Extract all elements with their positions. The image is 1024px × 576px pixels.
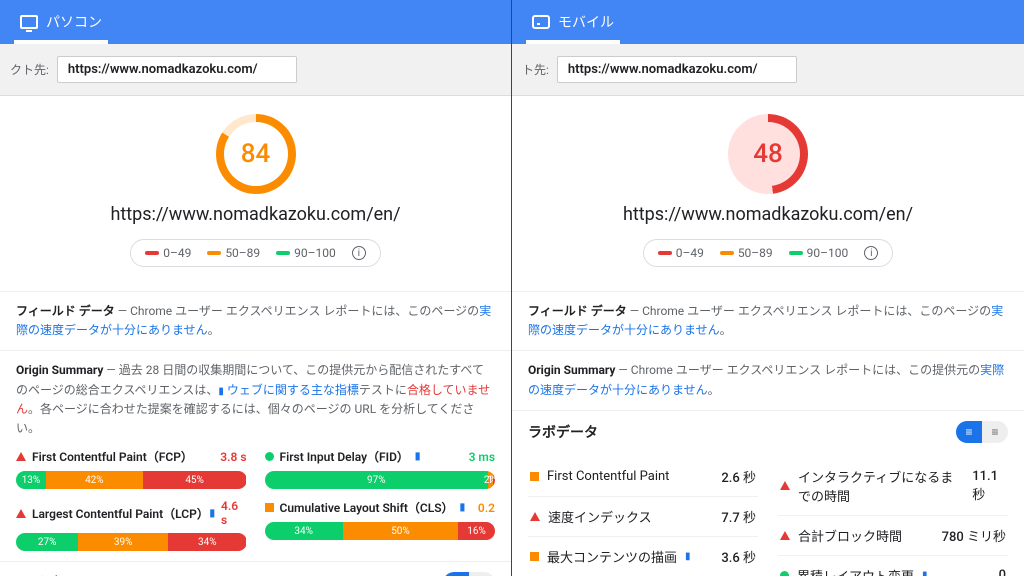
view-compact-icon[interactable]: ≡ (982, 421, 1008, 443)
triangle-red-icon (780, 531, 790, 540)
metric-name: 速度インデックス (548, 507, 652, 526)
url-input[interactable]: https://www.nomadkazoku.com/ (57, 56, 297, 83)
score-section: 48 https://www.nomadkazoku.com/en/ 0–49 … (512, 96, 1024, 277)
metric-name: Largest Contentful Paint（LCP） (32, 505, 204, 522)
lab-data-header: ラボデータ ≡ ≡ (0, 561, 511, 576)
info-icon[interactable]: i (864, 246, 878, 260)
metric-value: 2.6 秒 (721, 467, 756, 486)
metric-row[interactable]: First Input Delay（FID） ▮ 3 ms (265, 448, 496, 465)
triangle-red-icon (16, 509, 26, 518)
field-data-section: フィールド データ — Chrome ユーザー エクスペリエンス レポートには、… (512, 291, 1024, 350)
metric-bar: 27%39%34% (16, 533, 247, 551)
core-web-vitals-link[interactable]: ウェブに関する主な指標 (227, 383, 359, 397)
field-data-section: フィールド データ — Chrome ユーザー エクスペリエンス レポートには、… (0, 291, 511, 350)
bookmark-icon: ▮ (210, 508, 216, 519)
url-label: クト先: (10, 61, 49, 78)
view-list-icon[interactable]: ≡ (443, 572, 469, 576)
bookmark-icon: ▮ (460, 502, 466, 513)
metric-value: 3.6 秒 (721, 547, 756, 566)
metric-value: 780 ミリ秒 (942, 526, 1006, 545)
bookmark-icon: ▮ (685, 551, 691, 562)
lab-metric-row[interactable]: 合計ブロック時間 780 ミリ秒 (778, 516, 1008, 556)
view-toggle[interactable]: ≡ ≡ (956, 421, 1008, 443)
view-toggle[interactable]: ≡ ≡ (443, 572, 495, 576)
score-value: 48 (736, 122, 800, 186)
desktop-pane: パソコン クト先: https://www.nomadkazoku.com/ 8… (0, 0, 512, 576)
tab-label: モバイル (558, 12, 614, 32)
metric-value: 0.2 (478, 501, 495, 515)
metric-row[interactable]: Largest Contentful Paint（LCP） ▮ 4.6 s (16, 499, 247, 527)
metric-name: First Contentful Paint（FCP） (32, 448, 193, 465)
circle-green-icon (780, 571, 789, 576)
square-orange-icon (265, 503, 274, 512)
metric-name: 合計ブロック時間 (798, 526, 902, 545)
square-orange-icon (530, 552, 539, 561)
triangle-red-icon (530, 512, 540, 521)
metric-value: 0 (999, 568, 1006, 576)
metric-name: 累積レイアウト変更 (797, 566, 914, 576)
triangle-red-icon (780, 481, 790, 490)
metric-name: 最大コンテンツの描画 (547, 547, 677, 566)
url-row: クト先: https://www.nomadkazoku.com/ (0, 44, 511, 96)
metric-bar: 13%42%45% (16, 471, 247, 489)
metric-value: 4.6 s (221, 499, 246, 527)
metric-value: 3 ms (469, 450, 495, 464)
score-value: 84 (224, 122, 288, 186)
mobile-icon (532, 15, 550, 29)
lab-metric-row[interactable]: インタラクティブになるまでの時間 11.1 秒 (778, 457, 1008, 516)
metric-value: 11.1 秒 (972, 469, 1006, 503)
metric-name: インタラクティブになるまでの時間 (798, 467, 964, 505)
metric-value: 3.8 s (220, 450, 246, 464)
tab-mobile[interactable]: モバイル (526, 2, 620, 44)
lab-metric-row[interactable]: First Contentful Paint 2.6 秒 (528, 457, 758, 497)
metric-row[interactable]: Cumulative Layout Shift（CLS） ▮ 0.2 (265, 499, 496, 516)
view-compact-icon[interactable]: ≡ (469, 572, 495, 576)
circle-green-icon (265, 452, 274, 461)
metric-bar: 34%50%16% (265, 522, 496, 540)
bookmark-icon: ▮ (415, 451, 421, 462)
metric-name: Cumulative Layout Shift（CLS） (280, 499, 454, 516)
bookmark-icon: ▮ (922, 570, 928, 576)
score-gauge: 48 (728, 114, 808, 194)
metric-name: First Input Delay（FID） (280, 448, 409, 465)
tab-desktop[interactable]: パソコン (14, 2, 108, 44)
lab-metrics: First Contentful Paint 2.6 秒速度インデックス 7.7… (512, 453, 1024, 576)
url-label: ト先: (522, 61, 549, 78)
topbar: モバイル (512, 0, 1024, 44)
score-gauge: 84 (216, 114, 296, 194)
square-orange-icon (530, 472, 539, 481)
tab-label: パソコン (46, 12, 102, 32)
score-legend: 0–49 50–89 90–100 i (130, 239, 381, 267)
topbar: パソコン (0, 0, 511, 44)
metric-row[interactable]: First Contentful Paint（FCP） 3.8 s (16, 448, 247, 465)
lab-data-header: ラボデータ ≡ ≡ (512, 410, 1024, 453)
origin-summary-section: Origin Summary — Chrome ユーザー エクスペリエンス レポ… (512, 350, 1024, 409)
desktop-icon (20, 15, 38, 29)
page-url: https://www.nomadkazoku.com/en/ (0, 204, 511, 225)
metric-bar: 97%2%1% (265, 471, 496, 489)
lab-metric-row[interactable]: 速度インデックス 7.7 秒 (528, 497, 758, 537)
triangle-red-icon (16, 452, 26, 461)
metric-value: 7.7 秒 (721, 507, 756, 526)
url-input[interactable]: https://www.nomadkazoku.com/ (557, 56, 797, 83)
lab-metric-row[interactable]: 最大コンテンツの描画 ▮ 3.6 秒 (528, 537, 758, 576)
lab-metric-row[interactable]: 累積レイアウト変更 ▮ 0 (778, 556, 1008, 576)
origin-summary-section: Origin Summary — 過去 28 日間の収集期間について、この提供元… (0, 350, 511, 561)
score-section: 84 https://www.nomadkazoku.com/en/ 0–49 … (0, 96, 511, 277)
score-legend: 0–49 50–89 90–100 i (643, 239, 894, 267)
page-url: https://www.nomadkazoku.com/en/ (512, 204, 1024, 225)
metric-name: First Contentful Paint (547, 469, 669, 484)
url-row: ト先: https://www.nomadkazoku.com/ (512, 44, 1024, 96)
mobile-pane: モバイル ト先: https://www.nomadkazoku.com/ 48… (512, 0, 1024, 576)
lab-data-title: ラボデータ (528, 422, 598, 442)
view-list-icon[interactable]: ≡ (956, 421, 982, 443)
info-icon[interactable]: i (352, 246, 366, 260)
